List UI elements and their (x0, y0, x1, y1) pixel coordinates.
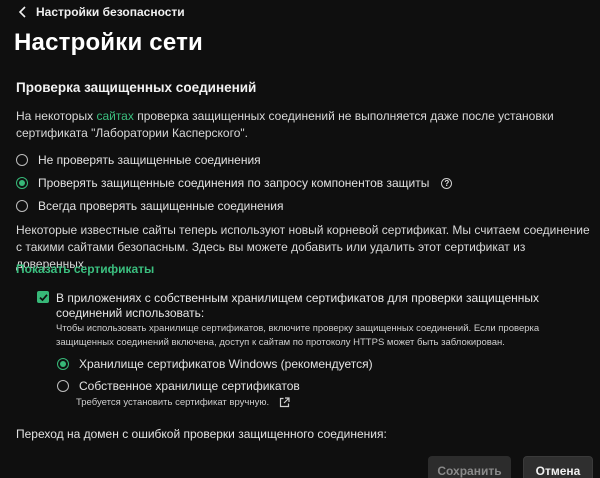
radio-button[interactable] (57, 380, 69, 392)
cert-store-note: Чтобы использовать хранилище сертификато… (56, 323, 540, 348)
radio-label: Собственное хранилище сертификатов (79, 379, 300, 393)
back-link[interactable]: Настройки безопасности (18, 5, 185, 19)
radio-label: Всегда проверять защищенные соединения (38, 199, 284, 213)
radio-label: Не проверять защищенные соединения (38, 153, 261, 167)
external-link-icon[interactable] (279, 397, 290, 408)
own-store-note: Требуется установить сертификат вручную. (76, 397, 290, 408)
save-button[interactable]: Сохранить (428, 456, 511, 478)
domain-error-label: Переход на домен с ошибкой проверки защи… (16, 427, 387, 441)
sites-link[interactable]: сайтах (96, 109, 133, 123)
radio-option-check-on-request[interactable]: Проверять защищенные соединения по запро… (16, 176, 453, 190)
radio-option-never-check[interactable]: Не проверять защищенные соединения (16, 153, 261, 167)
radio-button[interactable] (57, 358, 69, 370)
radio-button[interactable] (16, 177, 28, 189)
cert-store-checkbox[interactable] (37, 291, 49, 303)
radio-label: Проверять защищенные соединения по запро… (38, 176, 430, 190)
radio-label: Хранилище сертификатов Windows (рекоменд… (79, 357, 373, 371)
intro-text: На некоторых сайтах проверка защищенных … (16, 108, 591, 142)
own-store-note-text: Требуется установить сертификат вручную. (76, 397, 270, 408)
intro-prefix: На некоторых (16, 109, 97, 123)
show-certificates-link[interactable]: Показать сертификаты (16, 262, 154, 276)
checkmark-icon (38, 293, 48, 301)
chevron-left-icon (18, 6, 26, 18)
network-settings-page: Настройки безопасности Настройки сети Пр… (0, 0, 600, 478)
section-heading-secure-connections: Проверка защищенных соединений (16, 80, 257, 95)
radio-option-own-store[interactable]: Собственное хранилище сертификатов (57, 379, 300, 393)
cancel-button[interactable]: Отмена (523, 456, 593, 478)
radio-option-always-check[interactable]: Всегда проверять защищенные соединения (16, 199, 284, 213)
back-link-label: Настройки безопасности (36, 5, 185, 19)
radio-button[interactable] (16, 154, 28, 166)
page-title: Настройки сети (14, 29, 203, 56)
radio-button[interactable] (16, 200, 28, 212)
radio-option-windows-store[interactable]: Хранилище сертификатов Windows (рекоменд… (57, 357, 373, 371)
help-icon[interactable]: ? (441, 177, 453, 189)
cert-store-checkbox-label: В приложениях с собственным хранилищем с… (56, 291, 540, 320)
